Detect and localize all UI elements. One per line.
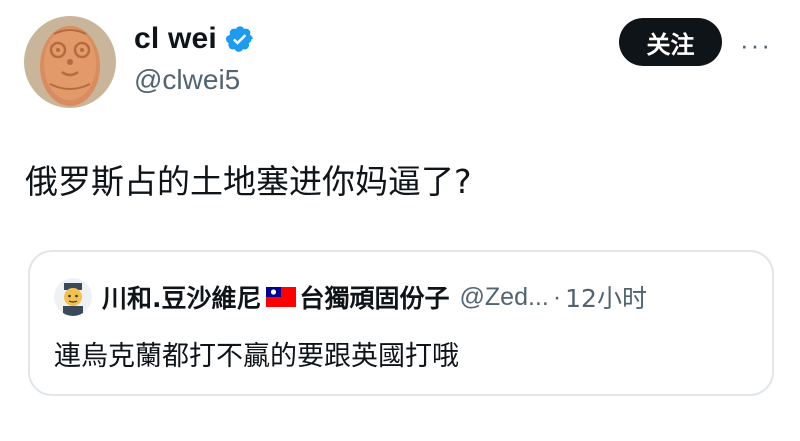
separator-dot: · [552,282,562,311]
author-display-name[interactable]: cl wei [134,22,217,56]
follow-button[interactable]: 关注 [619,18,722,66]
verified-badge-icon [225,24,255,54]
taiwan-flag-icon [265,287,296,307]
tweet-text: 俄罗斯占的土地塞进你妈逼了? [25,162,472,201]
quoted-tweet-header: 川和.豆沙維尼 台獨頑固份子 @Zed... · 12小时 [54,278,647,316]
quoted-author-handle[interactable]: @Zed... [460,283,549,312]
author-handle[interactable]: @clwei5 [134,64,240,96]
quoted-author-name-part2[interactable]: 台獨頑固份子 [300,279,450,315]
author-name-row[interactable]: cl wei [134,22,255,56]
quoted-tweet-card[interactable]: 川和.豆沙維尼 台獨頑固份子 @Zed... · 12小时 連烏克蘭都打不贏的要… [28,250,774,396]
quoted-tweet-time[interactable]: 12小时 [565,279,647,315]
more-options-icon[interactable]: ··· [740,30,772,61]
author-avatar[interactable] [24,16,116,108]
quoted-author-avatar[interactable] [54,278,92,316]
quoted-author-name-part1[interactable]: 川和.豆沙維尼 [102,279,262,315]
quoted-tweet-text: 連烏克蘭都打不贏的要跟英國打哦 [54,341,459,372]
